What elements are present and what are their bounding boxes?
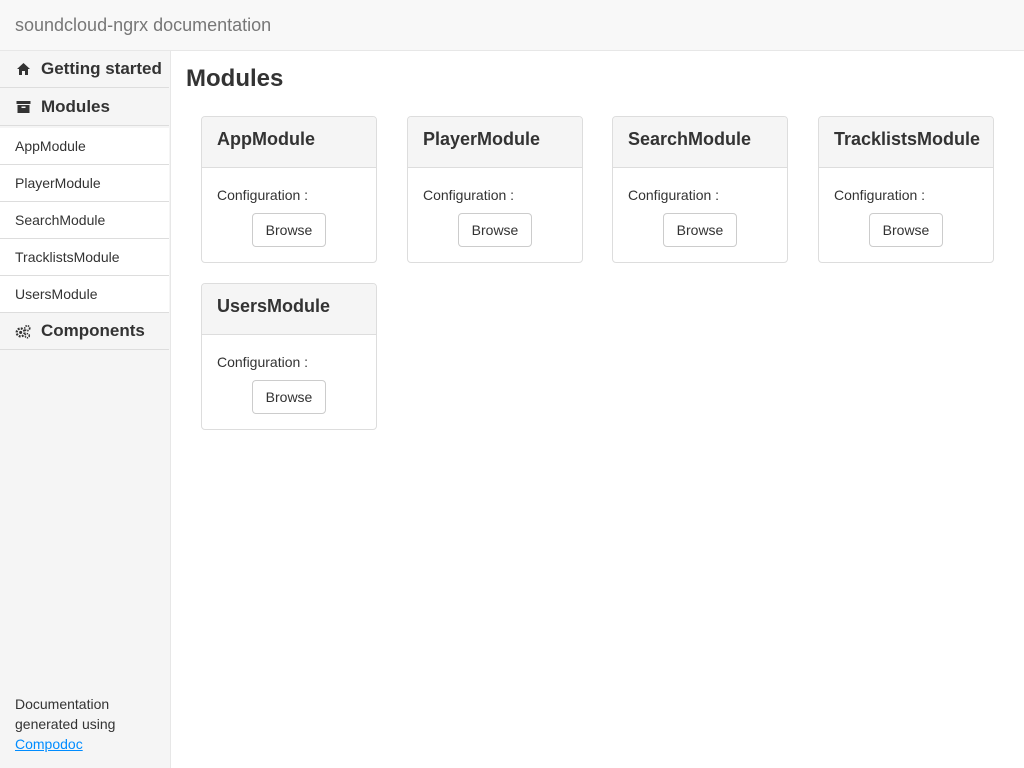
browse-button[interactable]: Browse <box>252 213 326 247</box>
browse-button[interactable]: Browse <box>252 380 326 414</box>
cogs-icon <box>15 323 31 339</box>
configuration-label: Configuration : <box>423 187 515 203</box>
sidebar-footer: Documentation generated using Compodoc <box>15 694 155 754</box>
compodoc-link[interactable]: Compodoc <box>15 736 83 752</box>
configuration-label: Configuration : <box>217 354 309 370</box>
card-title: UsersModule <box>202 284 376 335</box>
sidebar-item-components[interactable]: Components <box>0 313 169 350</box>
main-content: Modules AppModule Configuration : Browse… <box>171 51 1024 768</box>
configuration-label: Configuration : <box>834 187 926 203</box>
browse-button[interactable]: Browse <box>458 213 532 247</box>
configuration-label: Configuration : <box>217 187 309 203</box>
footer-text: generated using <box>15 716 116 732</box>
browse-button[interactable]: Browse <box>869 213 943 247</box>
card-title: SearchModule <box>613 117 787 168</box>
sidebar-item-appmodule[interactable]: AppModule <box>0 128 169 165</box>
home-icon <box>15 61 31 77</box>
footer-text: Documentation <box>15 696 110 712</box>
sidebar-item-getting-started[interactable]: Getting started <box>0 51 169 88</box>
sidebar: Getting started Modules AppModule Player… <box>0 51 171 768</box>
sidebar-item-label: Modules <box>41 97 110 116</box>
archive-icon <box>15 99 31 115</box>
sidebar-item-label: TracklistsModule <box>15 249 120 265</box>
sidebar-item-tracklistsmodule[interactable]: TracklistsModule <box>0 239 169 276</box>
app-title[interactable]: soundcloud-ngrx documentation <box>15 14 271 36</box>
card-title: PlayerModule <box>408 117 582 168</box>
sidebar-item-label: Getting started <box>41 59 162 78</box>
sidebar-item-playermodule[interactable]: PlayerModule <box>0 165 169 202</box>
module-card: PlayerModule Configuration : Browse <box>407 116 583 263</box>
module-card: SearchModule Configuration : Browse <box>612 116 788 263</box>
sidebar-item-modules[interactable]: Modules <box>0 89 169 126</box>
card-title: AppModule <box>202 117 376 168</box>
sidebar-item-label: UsersModule <box>15 286 98 302</box>
sidebar-item-label: SearchModule <box>15 212 106 228</box>
sidebar-item-usersmodule[interactable]: UsersModule <box>0 276 169 313</box>
page-title: Modules <box>186 65 284 92</box>
module-card: UsersModule Configuration : Browse <box>201 283 377 430</box>
card-title: TracklistsModule <box>819 117 993 168</box>
sidebar-item-label: Components <box>41 321 145 340</box>
configuration-label: Configuration : <box>628 187 720 203</box>
sidebar-item-searchmodule[interactable]: SearchModule <box>0 202 169 239</box>
browse-button[interactable]: Browse <box>663 213 737 247</box>
top-navbar: soundcloud-ngrx documentation <box>0 0 1024 51</box>
sidebar-item-label: PlayerModule <box>15 175 101 191</box>
module-card: AppModule Configuration : Browse <box>201 116 377 263</box>
sidebar-item-label: AppModule <box>15 138 86 154</box>
module-card: TracklistsModule Configuration : Browse <box>818 116 994 263</box>
